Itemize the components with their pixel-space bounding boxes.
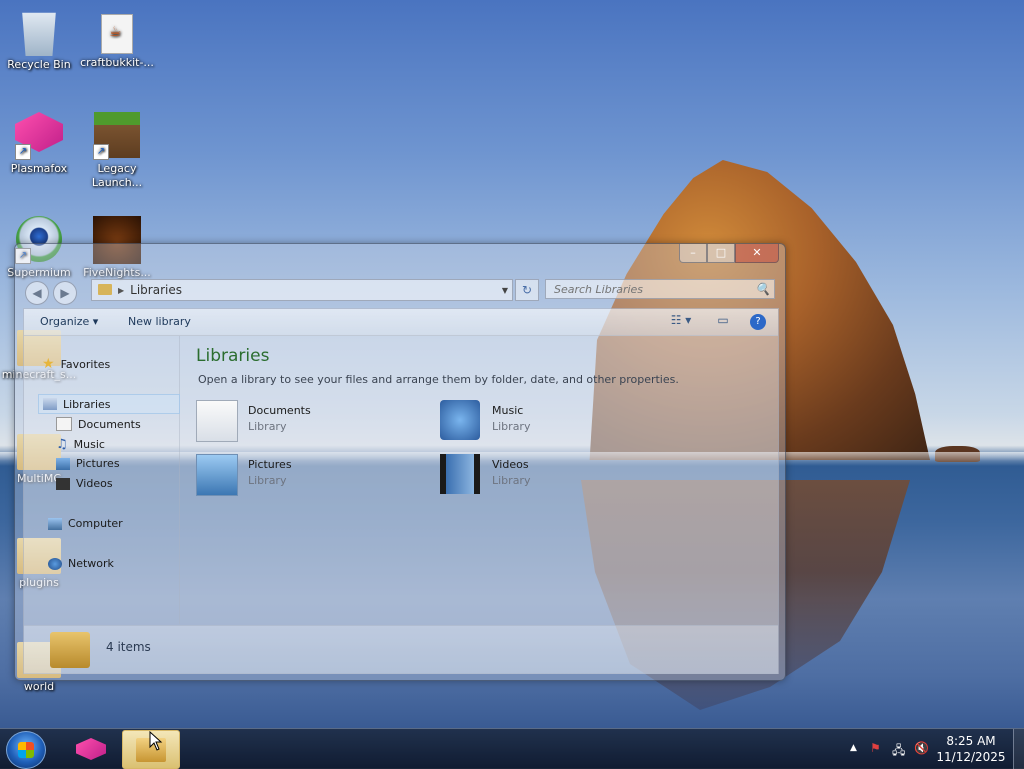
desktop-icon-label: Recycle Bin [7, 58, 71, 71]
desktop-icon-label: craftbukkit-... [80, 56, 154, 69]
nav-item-music[interactable]: ♫ Music [56, 437, 105, 452]
network-status-icon[interactable]: 🖧 [892, 741, 905, 762]
videos-icon [56, 477, 70, 490]
close-button[interactable]: ✕ [735, 244, 779, 263]
help-icon[interactable]: ? [750, 314, 766, 330]
plasmafox-icon [76, 738, 106, 760]
change-view-icon[interactable]: ☷ ▾ [664, 313, 698, 331]
shortcut-arrow-icon: ↗ [15, 144, 31, 160]
library-item-type: Library [248, 474, 287, 487]
nav-item-libraries[interactable]: Libraries [38, 394, 180, 414]
libraries-icon [43, 398, 57, 410]
nav-item-label: Network [68, 557, 114, 570]
explorer-client-area: Organize ▾ New library ☷ ▾ ▭ ? ★ Favorit… [23, 308, 779, 674]
nav-item-label: Favorites [60, 357, 111, 371]
desktop-icon-label: world [23, 680, 55, 693]
content-pane: Libraries Open a library to see your fil… [180, 336, 778, 624]
nav-item-label: Pictures [76, 457, 120, 470]
refresh-button[interactable]: ↻ [515, 279, 539, 301]
search-box[interactable]: 🔍 [545, 279, 775, 299]
library-item-type: Library [248, 420, 287, 433]
item-count: 4 items [106, 640, 151, 654]
desktop-icon-label: Plasmafox [10, 162, 68, 175]
pictures-icon [56, 457, 70, 470]
documents-library-icon [196, 400, 238, 442]
library-item-videos[interactable]: Videos Library [440, 454, 660, 498]
library-item-name: Music [492, 404, 524, 417]
nav-item-favorites[interactable]: ★ Favorites [42, 356, 110, 372]
forward-button[interactable]: ▶ [53, 281, 77, 305]
minimize-button[interactable]: – [679, 244, 707, 263]
search-input[interactable] [552, 281, 746, 297]
page-subtitle: Open a library to see your files and arr… [198, 373, 679, 386]
nav-item-label: Music [73, 438, 105, 451]
nav-item-label: Computer [68, 517, 123, 530]
library-item-type: Library [492, 474, 531, 487]
desktop-icon-plasmafox[interactable]: ↗ Plasmafox [0, 112, 78, 176]
recycle-bin-icon [22, 12, 56, 56]
nav-item-label: Libraries [63, 397, 111, 411]
window-caption-buttons: – □ ✕ [679, 244, 779, 263]
back-button[interactable]: ◀ [25, 281, 49, 305]
organize-menu[interactable]: Organize ▾ [40, 315, 98, 328]
breadcrumb-libraries[interactable]: Libraries [130, 283, 182, 297]
desktop-icon-label: Legacy Launch... [91, 162, 143, 189]
library-item-music[interactable]: Music Library [440, 400, 660, 444]
minecraft-grass-block-icon: ↗ [93, 112, 141, 160]
maximize-button[interactable]: □ [707, 244, 735, 263]
nav-item-label: Documents [78, 417, 141, 431]
new-library-button[interactable]: New library [128, 315, 191, 328]
music-note-icon: ♫ [56, 437, 68, 452]
plasmafox-icon: ↗ [15, 112, 63, 160]
libraries-large-icon [50, 632, 90, 668]
nav-item-documents[interactable]: Documents [56, 417, 141, 431]
music-library-icon [440, 400, 480, 440]
details-pane: 4 items [24, 625, 778, 674]
taskbar-app-plasmafox[interactable] [60, 730, 116, 767]
page-title: Libraries [196, 346, 270, 366]
navigation-pane: ★ Favorites Libraries Documents ♫ Music … [24, 336, 180, 624]
documents-icon [56, 417, 72, 431]
explorer-window[interactable]: – □ ✕ ◀ ▶ ▶ Libraries ▼ ↻ 🔍 Organize ▾ N… [14, 243, 786, 681]
address-dropdown-icon[interactable]: ▼ [502, 286, 508, 295]
videos-library-icon [440, 454, 480, 494]
nav-item-computer[interactable]: Computer [48, 517, 123, 530]
clock-time: 8:25 AM [946, 734, 996, 748]
system-tray: ▲ ⚑ 🖧 🔇 8:25 AM 11/12/2025 [834, 729, 1024, 769]
library-item-name: Documents [248, 404, 311, 417]
clock[interactable]: 8:25 AM 11/12/2025 [936, 733, 1006, 765]
command-bar: Organize ▾ New library ☷ ▾ ▭ ? [24, 309, 778, 336]
volume-muted-icon[interactable]: 🔇 [914, 741, 929, 755]
star-icon: ★ [42, 356, 55, 372]
nav-item-pictures[interactable]: Pictures [56, 457, 120, 470]
desktop-icon-recycle-bin[interactable]: Recycle Bin [0, 8, 78, 72]
show-desktop-button[interactable] [1013, 729, 1024, 769]
show-hidden-icons-arrow[interactable]: ▲ [850, 743, 857, 753]
nav-item-label: Videos [76, 477, 113, 490]
pictures-library-icon [196, 454, 238, 496]
library-item-name: Videos [492, 458, 529, 471]
desktop-icon-craftbukkit[interactable]: craftbukkit-... [78, 8, 156, 70]
nav-item-network[interactable]: Network [48, 557, 114, 570]
java-jar-icon [101, 14, 133, 54]
network-icon [48, 557, 62, 570]
libraries-folder-icon [98, 284, 112, 295]
breadcrumb-arrow-icon[interactable]: ▶ [118, 286, 124, 295]
clock-date: 11/12/2025 [936, 750, 1006, 764]
start-button[interactable] [6, 731, 46, 769]
library-item-name: Pictures [248, 458, 292, 471]
library-item-pictures[interactable]: Pictures Library [196, 454, 416, 498]
search-icon[interactable]: 🔍 [755, 282, 770, 296]
address-bar[interactable]: ▶ Libraries ▼ [91, 279, 513, 301]
action-center-flag-icon[interactable]: ⚑ [870, 741, 881, 755]
preview-pane-icon[interactable]: ▭ [712, 313, 734, 331]
desktop-icon-legacy-launcher[interactable]: ↗ Legacy Launch... [78, 112, 156, 190]
shortcut-arrow-icon: ↗ [93, 144, 109, 160]
library-item-documents[interactable]: Documents Library [196, 400, 416, 444]
nav-item-videos[interactable]: Videos [56, 477, 113, 490]
computer-icon [48, 517, 62, 530]
library-item-type: Library [492, 420, 531, 433]
